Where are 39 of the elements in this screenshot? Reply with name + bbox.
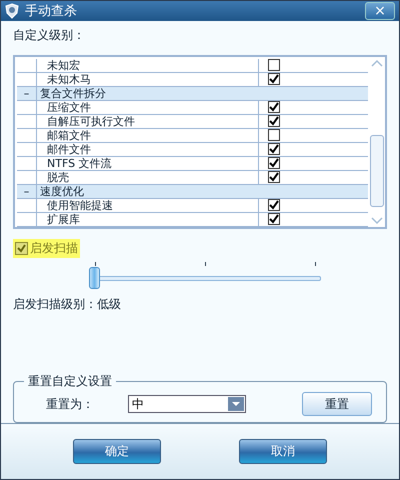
section-label: 自定义级别： <box>13 27 86 44</box>
reset-button[interactable]: 重置 <box>302 392 372 416</box>
group-label: 速度优化 <box>40 185 84 198</box>
ok-button[interactable]: 确定 <box>73 439 161 464</box>
checkbox[interactable] <box>268 143 280 156</box>
shield-icon <box>5 3 19 20</box>
option-label: 邮箱文件 <box>47 129 91 142</box>
group-title: 重置自定义设置 <box>27 373 113 390</box>
collapse-toggle[interactable]: – <box>17 185 36 198</box>
checkbox[interactable] <box>268 129 280 142</box>
checkmark-icon <box>17 244 26 254</box>
checkbox[interactable] <box>268 213 280 226</box>
option-label: 脱壳 <box>47 171 69 184</box>
checkbox[interactable] <box>268 171 280 184</box>
reset-label: 重置为： <box>46 396 94 413</box>
checkbox[interactable] <box>268 157 280 170</box>
option-label: 扩展库 <box>47 213 80 226</box>
checkbox[interactable] <box>268 115 280 128</box>
level-dropdown[interactable]: 中 <box>128 395 246 414</box>
checkbox[interactable] <box>268 101 280 114</box>
checkbox[interactable] <box>268 73 280 86</box>
option-label: 未知木马 <box>47 73 91 86</box>
cancel-button[interactable]: 取消 <box>239 439 327 464</box>
option-label: 未知宏 <box>47 59 80 72</box>
checkbox[interactable] <box>268 59 280 72</box>
option-label: 邮件文件 <box>47 143 91 156</box>
level-text: 启发扫描级别：低级 <box>13 296 122 314</box>
collapse-toggle[interactable]: – <box>17 87 36 100</box>
close-button[interactable]: × <box>365 2 395 20</box>
checkbox[interactable] <box>268 199 280 212</box>
group-label: 复合文件拆分 <box>40 87 106 100</box>
window-title: 手动查杀 <box>25 3 78 20</box>
option-label: 压缩文件 <box>47 101 91 114</box>
heuristic-checkbox[interactable]: 启发扫描 <box>13 239 80 258</box>
option-label: NTFS 文件流 <box>47 157 112 170</box>
option-label: 使用智能提速 <box>47 199 113 212</box>
slider[interactable] <box>89 267 321 290</box>
option-label: 自解压可执行文件 <box>47 115 135 128</box>
slider-thumb[interactable] <box>89 267 100 290</box>
